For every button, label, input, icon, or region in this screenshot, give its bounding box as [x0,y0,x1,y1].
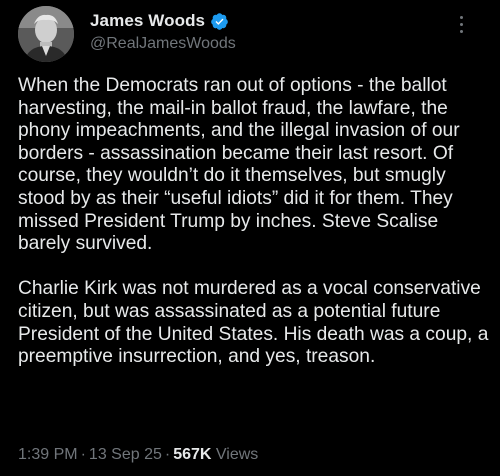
tweet-date[interactable]: 13 Sep 25 [89,446,162,463]
verified-badge-icon [211,12,228,30]
tweet-body: When the Democrats ran out of options - … [18,75,492,369]
separator-dot-2: · [164,446,171,463]
tweet-time[interactable]: 1:39 PM [18,446,78,463]
avatar[interactable] [18,6,74,62]
views-count: 567K [173,446,212,463]
views-label: Views [215,446,259,463]
avatar-image [18,6,74,62]
author-display-name[interactable]: James Woods [90,11,205,31]
tweet-meta: 1:39 PM · 13 Sep 25 · 567K Views [18,446,258,464]
tweet: James Woods @RealJamesWoods When the Dem… [0,0,500,476]
author-handle[interactable]: @RealJamesWoods [90,35,236,53]
author-name-row: James Woods [90,11,229,31]
more-vertical-icon[interactable] [455,16,467,42]
separator-dot: · [80,446,86,463]
tweet-paragraph-2: Charlie Kirk was not murdered as a vocal… [18,278,489,368]
tweet-paragraph-1: When the Democrats ran out of options - … [18,75,460,255]
